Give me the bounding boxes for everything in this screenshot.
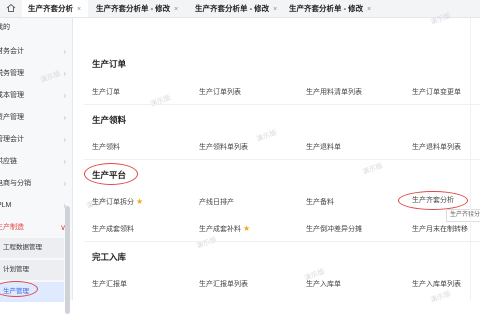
watermark: 演示版	[195, 236, 218, 251]
link-order-change[interactable]: 生产订单变更单	[412, 87, 461, 97]
link-backflush-variance[interactable]: 生产倒冲差异分摊	[306, 224, 362, 234]
sidebar-item-plm[interactable]: PLM›	[0, 196, 72, 216]
sidebar-item-label: PLM	[0, 202, 12, 209]
tab-bar: 生产齐套分析 × 生产齐套分析单 - 修改 × 生产齐套分析单 - 修改 × 生产齐套…	[0, 0, 480, 18]
divider	[84, 159, 480, 160]
divider	[84, 104, 480, 105]
link-material-return-list[interactable]: 生产退料单列表	[412, 142, 461, 152]
sidebar-item-label: 供应链	[0, 158, 17, 165]
sidebar-subitem-engineering-data[interactable]: 工程数据管理	[0, 238, 64, 258]
sidebar-item-label: 电商与分销	[0, 180, 31, 187]
watermark: 演示版	[429, 290, 452, 305]
section-title-completion-receipt: 完工入库	[92, 252, 127, 262]
link-wip-transfer[interactable]: 生产月末在制转移	[412, 224, 468, 234]
tab-label: 生产齐套分析	[28, 4, 73, 13]
link-material-issue[interactable]: 生产领料	[92, 142, 120, 152]
tooltip: 生产齐套分	[446, 209, 480, 222]
sidebar-subitem-planning[interactable]: 计划管理	[0, 260, 64, 280]
sidebar-item-mgmt-accounting[interactable]: 管理会计 ›	[0, 130, 72, 150]
watermark: 演示版	[255, 129, 278, 144]
close-icon[interactable]: ×	[77, 6, 81, 13]
link-material-prep[interactable]: 生产备料	[306, 197, 334, 207]
tab-kitting-edit-2[interactable]: 生产齐套分析单 - 修改 ×	[189, 0, 287, 17]
highlight-circle-kitting	[398, 191, 468, 210]
sidebar: 我的 财务会计 › 税务管理 › 成本管理 › 资产管理 › 管理会计 › 供应链 › 电商…	[0, 18, 73, 314]
sidebar-item-label: 税务管理	[0, 70, 24, 77]
sidebar-item-finance[interactable]: 财务会计 ›	[0, 42, 72, 62]
link-receipt-list[interactable]: 生产入库单列表	[412, 279, 461, 289]
link-line-scheduling[interactable]: 产线日排产	[199, 197, 234, 207]
sidebar-item-cost[interactable]: 成本管理 ›	[0, 86, 72, 106]
sidebar-item-label: 生产制造	[0, 224, 24, 231]
link-production-report-list[interactable]: 生产汇报单列表	[199, 279, 248, 289]
sidebar-item-label: 财务会计	[0, 48, 24, 55]
link-production-report[interactable]: 生产汇报单	[92, 279, 127, 289]
link-material-issue-list[interactable]: 生产领料单列表	[199, 142, 248, 152]
sidebar-item-label: 资产管理	[0, 114, 24, 121]
sidebar-item-manufacturing[interactable]: 生产制造∨	[0, 218, 72, 238]
close-icon[interactable]: ×	[367, 6, 371, 13]
sidebar-subitem-label: 计划管理	[3, 266, 29, 273]
close-icon[interactable]: ×	[273, 6, 277, 13]
sidebar-item-mine[interactable]: 我的	[0, 18, 72, 38]
link-label: 生产订单拆分	[92, 199, 134, 206]
tab-label: 生产齐套分析单 - 修改	[289, 4, 364, 13]
chevron-right-icon: ›	[63, 91, 66, 100]
highlight-circle-platform	[84, 163, 138, 185]
sidebar-item-ecommerce[interactable]: 电商与分销 ›	[0, 174, 72, 194]
star-icon: ★	[136, 197, 144, 206]
link-production-order-list[interactable]: 生产订单列表	[199, 87, 241, 97]
close-icon[interactable]: ×	[174, 6, 178, 13]
link-label: 生产成套补料	[199, 226, 241, 233]
watermark: 演示版	[149, 94, 172, 109]
sidebar-item-label: 成本管理	[0, 92, 24, 99]
star-icon: ★	[243, 224, 251, 233]
tab-kitting-edit-3[interactable]: 生产齐套分析单 - 修改 ×	[283, 0, 381, 17]
chevron-right-icon: ›	[63, 179, 66, 188]
tab-label: 生产齐套分析单 - 修改	[195, 4, 270, 13]
tab-production-kitting[interactable]: 生产齐套分析 ×	[22, 0, 88, 17]
link-receipt[interactable]: 生产入库单	[306, 279, 341, 289]
divider	[84, 241, 480, 242]
sidebar-item-supply-chain[interactable]: 供应链 ›	[0, 152, 72, 172]
divider	[470, 18, 471, 300]
sidebar-item-assets[interactable]: 资产管理 ›	[0, 108, 72, 128]
link-production-order[interactable]: 生产订单	[92, 87, 120, 97]
sidebar-subitem-label: 工程数据管理	[3, 244, 42, 251]
link-kit-supplement[interactable]: 生产成套补料 ★	[199, 224, 250, 234]
sidebar-scrollbar[interactable]	[65, 206, 70, 314]
tab-label: 生产齐套分析单 - 修改	[96, 4, 171, 13]
sidebar-item-tax[interactable]: 税务管理 ›	[0, 64, 72, 84]
watermark: 演示版	[361, 162, 384, 177]
link-kit-issue[interactable]: 生产成套领料	[92, 224, 134, 234]
section-title-production-order: 生产订单	[92, 59, 127, 69]
chevron-right-icon: ›	[63, 113, 66, 122]
link-material-return[interactable]: 生产退料单	[306, 142, 341, 152]
chevron-right-icon: ›	[63, 157, 66, 166]
sidebar-item-label: 管理会计	[0, 136, 24, 143]
chevron-right-icon: ›	[63, 135, 66, 144]
chevron-right-icon: ›	[63, 69, 66, 78]
home-icon[interactable]	[6, 3, 16, 13]
chevron-right-icon: ›	[63, 47, 66, 56]
tab-kitting-edit-1[interactable]: 生产齐套分析单 - 修改 ×	[90, 0, 188, 17]
link-material-list[interactable]: 生产用料清单列表	[306, 87, 362, 97]
sidebar-item-label: 我的	[0, 24, 10, 31]
link-order-split[interactable]: 生产订单拆分 ★	[92, 197, 143, 207]
section-title-material-issue: 生产领料	[92, 115, 127, 125]
